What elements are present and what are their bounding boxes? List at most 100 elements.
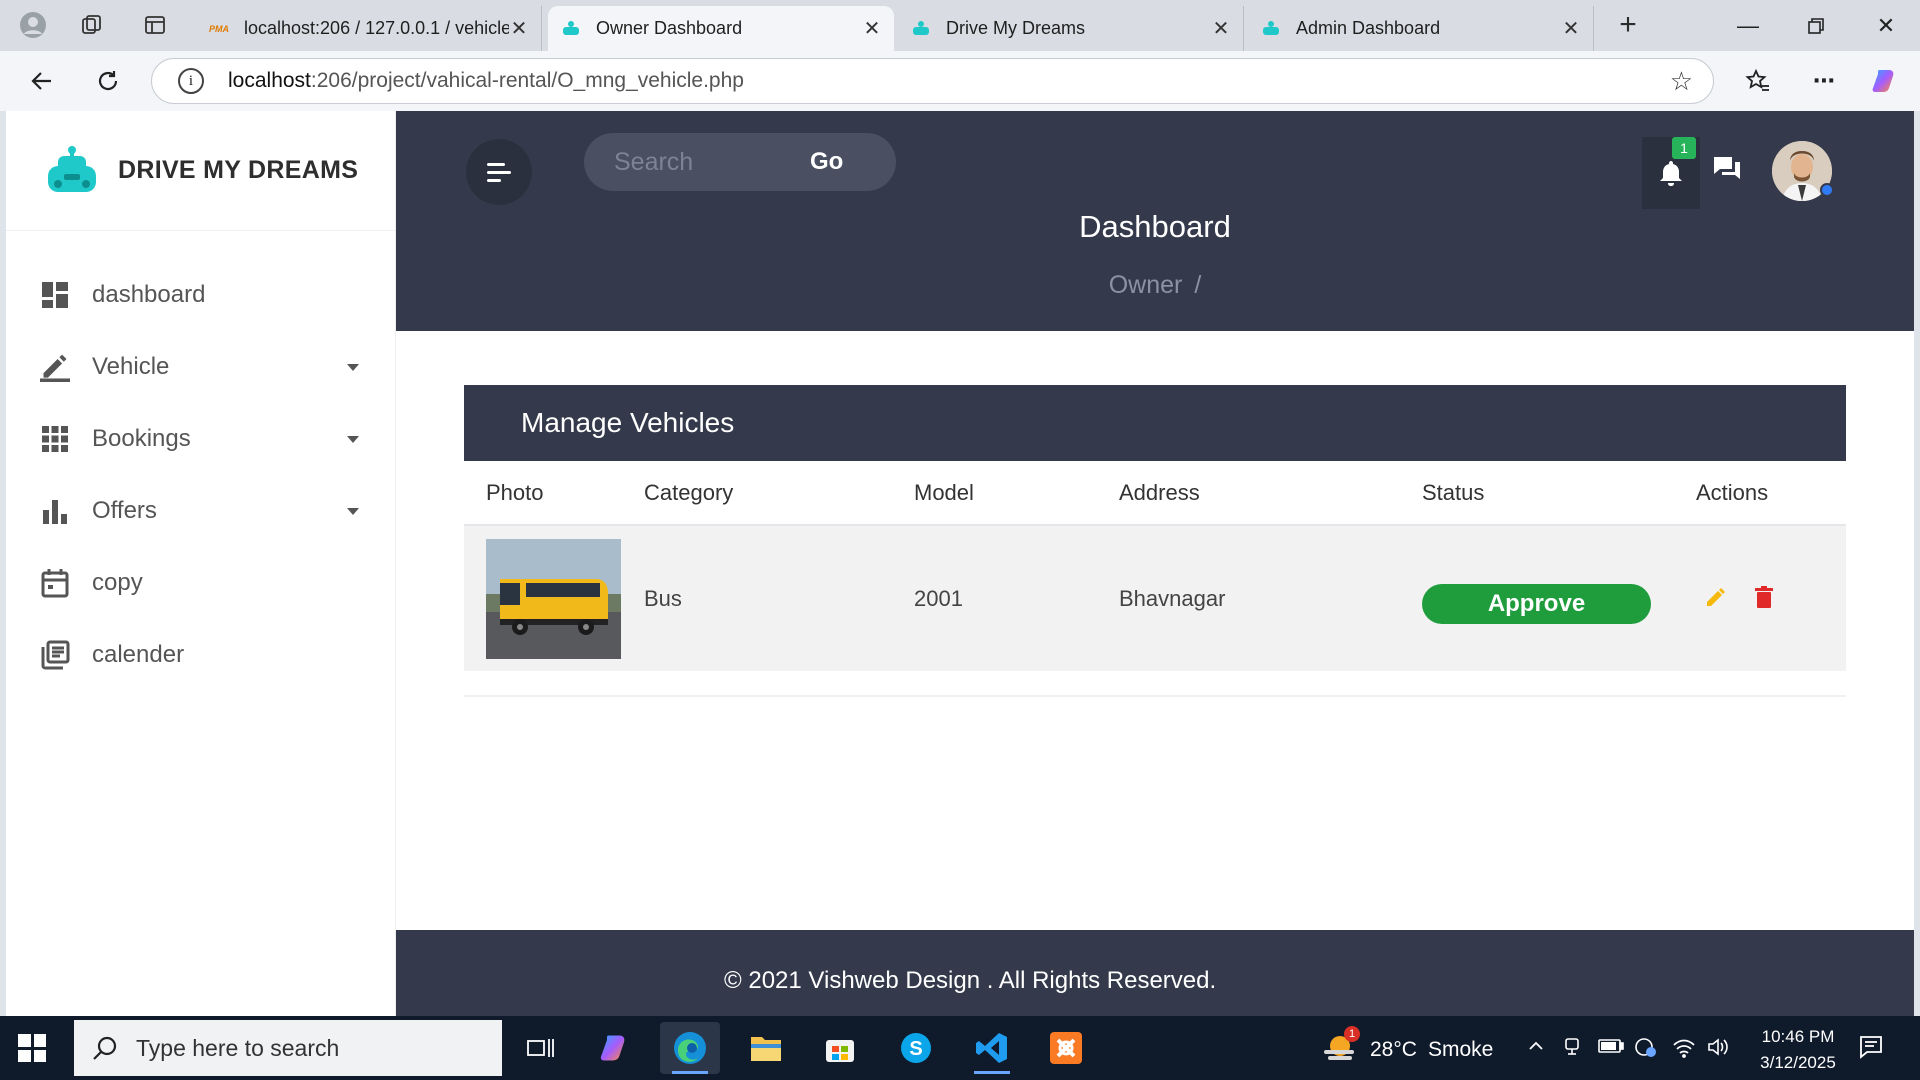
restore-icon[interactable] (1782, 0, 1850, 51)
volume-icon[interactable] (1706, 1036, 1730, 1063)
tab-admin-dashboard[interactable]: Admin Dashboard ✕ (1248, 6, 1594, 51)
skype-icon[interactable]: S (886, 1022, 946, 1074)
refresh-icon[interactable] (88, 61, 128, 101)
tab-owner-dashboard[interactable]: Owner Dashboard ✕ (548, 6, 894, 51)
sidebar-item-label: copy (92, 569, 143, 596)
vscode-icon[interactable] (962, 1022, 1022, 1074)
sidebar-item-copy[interactable]: copy (6, 547, 395, 619)
new-tab-icon[interactable]: + (1612, 8, 1644, 41)
table-header-row: Photo Category Model Address Status Acti… (464, 461, 1846, 526)
search-box: Go (584, 133, 896, 191)
close-icon[interactable]: ✕ (1561, 16, 1581, 41)
tab-title: Drive My Dreams (946, 18, 1086, 38)
manage-vehicles-card: Manage Vehicles Photo Category Model Add… (464, 385, 1846, 697)
windows-start-icon[interactable] (18, 1034, 46, 1062)
workspaces-icon[interactable] (76, 9, 108, 41)
search-input[interactable] (584, 147, 804, 177)
sidebar-item-label: Bookings (92, 425, 191, 452)
car-logo-icon (1260, 18, 1282, 40)
url-field[interactable]: i localhost:206/project/vahical-rental/O… (151, 58, 1714, 104)
breadcrumb: Owner / (396, 271, 1914, 300)
taskbar-search-input[interactable]: Type here to search (74, 1020, 502, 1076)
approve-status-button[interactable]: Approve (1422, 583, 1651, 624)
actions-cell (1696, 525, 1846, 671)
tab-phpmyadmin[interactable]: PMA localhost:206 / 127.0.0.1 / vehicle … (196, 6, 542, 51)
active-app-indicator (974, 1071, 1010, 1074)
column-header: Status (1422, 461, 1696, 526)
windows-taskbar: Type here to search S 1 28°C Smoke 10:46… (0, 1016, 1920, 1080)
file-explorer-icon[interactable] (736, 1022, 796, 1074)
tab-actions-icon[interactable] (139, 9, 171, 41)
favorites-icon[interactable] (1738, 61, 1778, 101)
taskbar-clock[interactable]: 10:46 PM 3/12/2025 (1748, 1024, 1848, 1076)
battery-icon[interactable] (1598, 1038, 1624, 1059)
meet-now-icon[interactable] (1562, 1036, 1582, 1063)
sidebar-item-bookings[interactable]: Bookings (6, 403, 395, 475)
close-window-icon[interactable]: ✕ (1852, 0, 1920, 51)
model-cell: 2001 (914, 525, 1119, 671)
weather-alert-badge: 1 (1344, 1026, 1360, 1042)
svg-text:S: S (909, 1038, 922, 1060)
copilot-icon[interactable] (1866, 61, 1906, 101)
sidebar-item-vehicle[interactable]: Vehicle (6, 331, 395, 403)
breadcrumb-separator: / (1194, 271, 1202, 299)
close-icon[interactable]: ✕ (509, 16, 529, 41)
bar-chart-icon (40, 496, 70, 526)
site-info-icon[interactable]: i (178, 68, 204, 94)
library-icon (40, 640, 70, 670)
notification-badge: 1 (1672, 137, 1696, 159)
taskbar-search-placeholder: Type here to search (136, 1034, 340, 1061)
network-status-icon[interactable] (1634, 1036, 1658, 1063)
browser-tab-bar: PMA localhost:206 / 127.0.0.1 / vehicle … (0, 0, 1920, 51)
column-header: Model (914, 461, 1119, 526)
copilot-app-icon[interactable] (586, 1022, 646, 1074)
sidebar-item-dashboard[interactable]: dashboard (6, 259, 395, 331)
weather-description[interactable]: Smoke (1428, 1038, 1493, 1062)
menu-bar-line (487, 178, 501, 182)
sidebar-item-label: dashboard (92, 281, 206, 308)
profile-icon[interactable] (17, 9, 49, 41)
caret-down-icon (347, 435, 359, 443)
apps-grid-icon (40, 424, 70, 454)
footer-copyright: © 2021 Vishweb Design . All Rights Reser… (724, 967, 1217, 994)
notification-center-icon[interactable] (1858, 1034, 1884, 1065)
url-host: localhost (228, 69, 311, 92)
card-title: Manage Vehicles (464, 385, 1846, 461)
delete-trash-icon[interactable] (1752, 585, 1776, 609)
favorite-star-icon[interactable]: ☆ (1670, 66, 1693, 97)
edit-pencil-icon[interactable] (1704, 585, 1728, 609)
vehicles-table: Photo Category Model Address Status Acti… (464, 461, 1846, 671)
sidebar-item-offers[interactable]: Offers (6, 475, 395, 547)
footer: © 2021 Vishweb Design . All Rights Reser… (396, 930, 1914, 1016)
sidebar-item-calender[interactable]: calender (6, 619, 395, 691)
car-logo-icon (560, 18, 582, 40)
caret-down-icon (347, 507, 359, 515)
weather-temperature[interactable]: 28°C (1370, 1038, 1417, 1062)
bell-icon (1660, 161, 1682, 186)
sidebar-item-label: calender (92, 641, 185, 668)
menu-bar-line (487, 170, 511, 174)
microsoft-store-icon[interactable] (810, 1022, 870, 1074)
vehicle-photo (486, 538, 621, 659)
more-options-icon[interactable]: ⋯ (1804, 61, 1844, 101)
sidebar-item-label: Vehicle (92, 353, 170, 380)
minimize-icon[interactable]: — (1714, 0, 1782, 51)
wifi-icon[interactable] (1672, 1036, 1696, 1063)
url-path: :206/project/vahical-rental/O_mng_vehicl… (310, 69, 744, 92)
back-icon[interactable] (22, 61, 62, 101)
breadcrumb-item[interactable]: Owner (1109, 271, 1183, 299)
messages-icon[interactable] (1712, 155, 1746, 189)
menu-toggle-button[interactable] (466, 139, 532, 205)
search-go-button[interactable]: Go (810, 148, 843, 176)
chevron-up-icon[interactable] (1526, 1036, 1546, 1061)
tab-drive-my-dreams[interactable]: Drive My Dreams ✕ (898, 6, 1244, 51)
edge-browser-icon[interactable] (660, 1022, 720, 1074)
task-view-icon[interactable] (510, 1022, 570, 1074)
calendar-icon (40, 568, 70, 598)
close-icon[interactable]: ✕ (1211, 16, 1231, 41)
brand[interactable]: DRIVE MY DREAMS (6, 111, 395, 231)
column-header: Category (644, 461, 914, 526)
close-icon[interactable]: ✕ (862, 16, 882, 41)
xampp-icon[interactable] (1036, 1022, 1096, 1074)
online-status-dot (1820, 183, 1834, 197)
